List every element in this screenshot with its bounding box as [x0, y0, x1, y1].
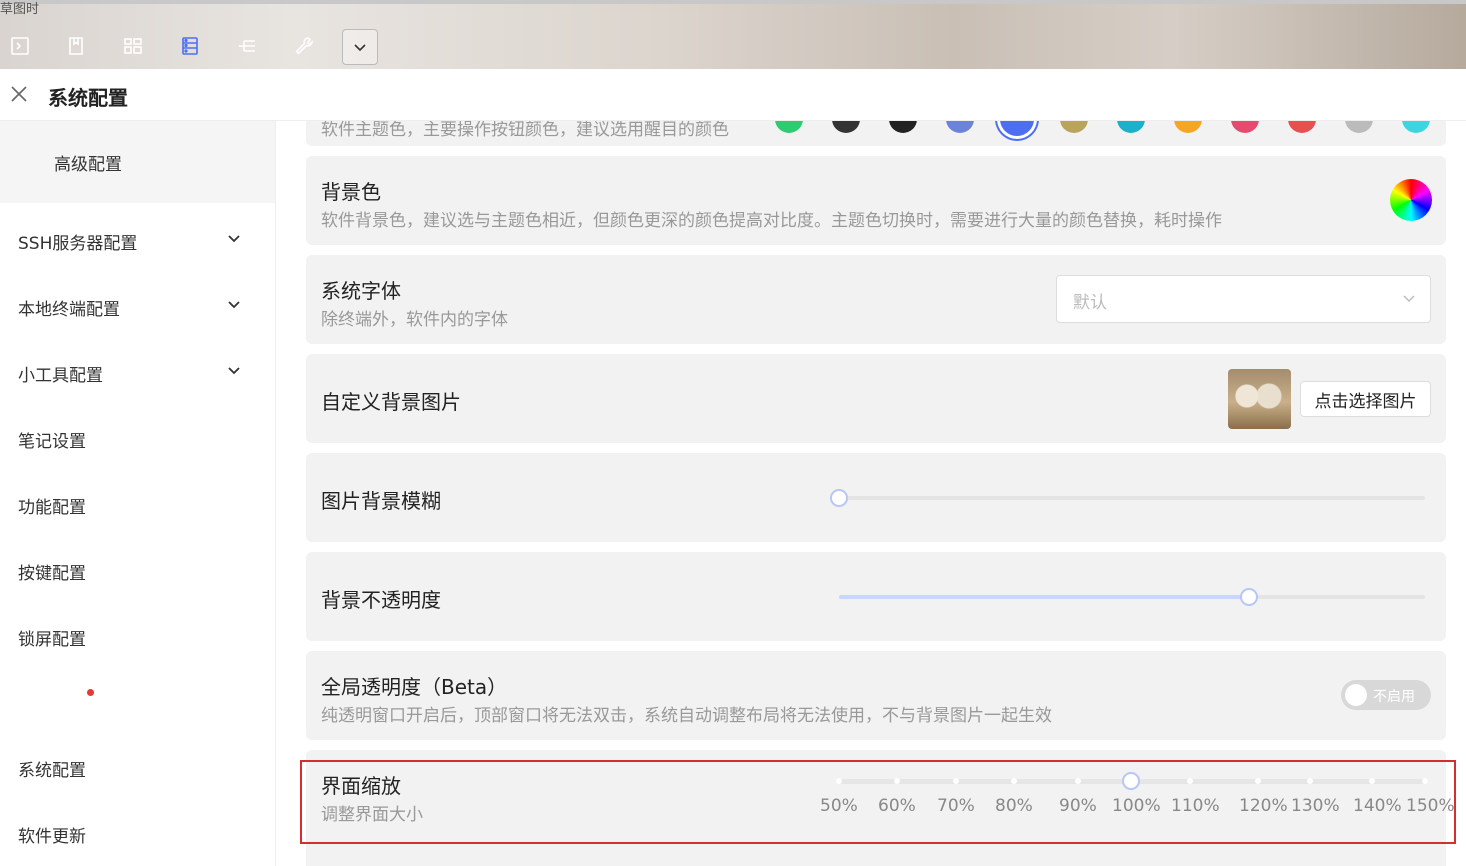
sidebar-item-label: 按键配置: [18, 563, 86, 584]
sidebar-item-label: 小工具配置: [18, 365, 103, 386]
chevron-down-icon: [228, 235, 240, 243]
theme-swatch[interactable]: [889, 121, 917, 133]
background-color-label: 背景色: [321, 180, 381, 204]
pick-image-button[interactable]: 点击选择图片: [1300, 381, 1431, 417]
settings-content: 软件主题色，主要操作按钮颜色，建议选用醒目的颜色 背景色 软件背景色，建议选与主…: [276, 121, 1466, 866]
tree-icon[interactable]: [236, 35, 258, 57]
chevron-down-icon: [228, 367, 240, 375]
sidebar-item-label: 功能配置: [18, 497, 86, 518]
bg-opacity-card: 背景不透明度: [306, 552, 1446, 641]
grid-icon[interactable]: [122, 35, 144, 57]
custom-bg-image-label: 自定义背景图片: [321, 390, 461, 414]
sidebar-item-label: 笔记设置: [18, 431, 86, 452]
color-picker[interactable]: [1390, 179, 1432, 221]
sidebar-item-tools[interactable]: 小工具配置: [0, 340, 275, 406]
sidebar-item-features[interactable]: 功能配置: [0, 472, 275, 538]
toggle-text: 不启用: [1373, 689, 1415, 705]
theme-swatch[interactable]: [1345, 121, 1373, 133]
bg-opacity-handle[interactable]: [1240, 588, 1259, 606]
bg-opacity-label: 背景不透明度: [321, 588, 441, 612]
theme-color-desc: 软件主题色，主要操作按钮颜色，建议选用醒目的颜色: [321, 121, 729, 140]
theme-swatch[interactable]: [775, 121, 803, 133]
toggle-knob: [1345, 684, 1367, 706]
sidebar-item-label: 系统配置: [18, 760, 86, 781]
sidebar-item-notes[interactable]: 笔记设置: [0, 406, 275, 472]
wrench-icon[interactable]: [293, 35, 315, 57]
theme-swatch[interactable]: [946, 121, 974, 133]
window-corner-text: 草图时: [0, 2, 40, 17]
global-transparency-label: 全局透明度（Beta）: [321, 675, 508, 699]
theme-swatch[interactable]: [1117, 121, 1145, 133]
sidebar-item-system[interactable]: 系统配置: [0, 735, 275, 801]
settings-header: 系统配置: [0, 69, 1466, 121]
sidebar-item-advanced[interactable]: 高级配置: [0, 121, 275, 203]
chevron-down-icon: [1403, 295, 1415, 302]
system-font-placeholder: 默认: [1073, 293, 1107, 313]
background-color-desc: 软件背景色，建议选与主题色相近，但颜色更深的颜色提高对比度。主题色切换时，需要进…: [321, 211, 1222, 231]
image-blur-label: 图片背景模糊: [321, 489, 441, 513]
system-font-card: 系统字体 除终端外，软件内的字体 默认: [306, 255, 1446, 344]
top-toolbar: 草图时: [0, 0, 1466, 69]
sidebar-item-label: 高级配置: [54, 154, 122, 175]
theme-swatch[interactable]: [1402, 121, 1430, 133]
theme-color-card: 软件主题色，主要操作按钮颜色，建议选用醒目的颜色: [306, 121, 1446, 146]
system-font-desc: 除终端外，软件内的字体: [321, 310, 508, 330]
chevron-down-icon: [354, 44, 366, 52]
global-transparency-toggle[interactable]: 不启用: [1341, 680, 1431, 710]
sidebar-item-ssh[interactable]: SSH服务器配置: [0, 208, 275, 274]
system-font-label: 系统字体: [321, 279, 401, 303]
sidebar-item-label: 软件更新: [18, 826, 86, 847]
theme-swatch[interactable]: [1288, 121, 1316, 133]
background-color-card: 背景色 软件背景色，建议选与主题色相近，但颜色更深的颜色提高对比度。主题色切换时…: [306, 156, 1446, 245]
page-title: 系统配置: [48, 86, 128, 110]
terminal-icon[interactable]: [9, 35, 31, 57]
theme-swatch[interactable]: [1174, 121, 1202, 133]
sidebar-item-lockscreen[interactable]: 锁屏配置: [0, 604, 275, 670]
sidebar-item-local-terminal[interactable]: 本地终端配置: [0, 274, 275, 340]
chevron-down-icon: [228, 301, 240, 309]
theme-swatch[interactable]: [1231, 121, 1259, 133]
server-icon[interactable]: [179, 35, 201, 57]
close-icon[interactable]: [8, 84, 30, 106]
image-blur-track[interactable]: [839, 496, 1425, 500]
notification-dot: [87, 689, 94, 696]
sidebar-item-keys[interactable]: 按键配置: [0, 538, 275, 604]
image-blur-card: 图片背景模糊: [306, 453, 1446, 542]
note-icon[interactable]: [65, 35, 87, 57]
settings-sidebar: 高级配置 SSH服务器配置 本地终端配置 小工具配置 笔记设置 功能配置 按键配…: [0, 121, 276, 866]
more-menu-button[interactable]: [342, 29, 378, 65]
global-transparency-desc: 纯透明窗口开启后，顶部窗口将无法双击，系统自动调整布局将无法使用，不与背景图片一…: [321, 706, 1052, 726]
highlight-box: [300, 760, 1456, 844]
system-font-select[interactable]: 默认: [1056, 275, 1431, 323]
theme-swatch[interactable]: [1060, 121, 1088, 133]
bg-image-thumbnail: [1228, 369, 1291, 429]
sidebar-item-label: 锁屏配置: [18, 629, 86, 650]
global-transparency-card: 全局透明度（Beta） 纯透明窗口开启后，顶部窗口将无法双击，系统自动调整布局将…: [306, 651, 1446, 740]
theme-swatch[interactable]: [1000, 121, 1034, 136]
theme-swatch[interactable]: [832, 121, 860, 133]
bg-opacity-fill: [839, 595, 1250, 599]
custom-bg-image-card: 自定义背景图片 点击选择图片: [306, 354, 1446, 443]
sidebar-item-label: SSH服务器配置: [18, 233, 138, 254]
image-blur-handle[interactable]: [830, 489, 848, 507]
sidebar-item-update[interactable]: 软件更新: [0, 801, 275, 866]
sidebar-item-label: 本地终端配置: [18, 299, 120, 320]
